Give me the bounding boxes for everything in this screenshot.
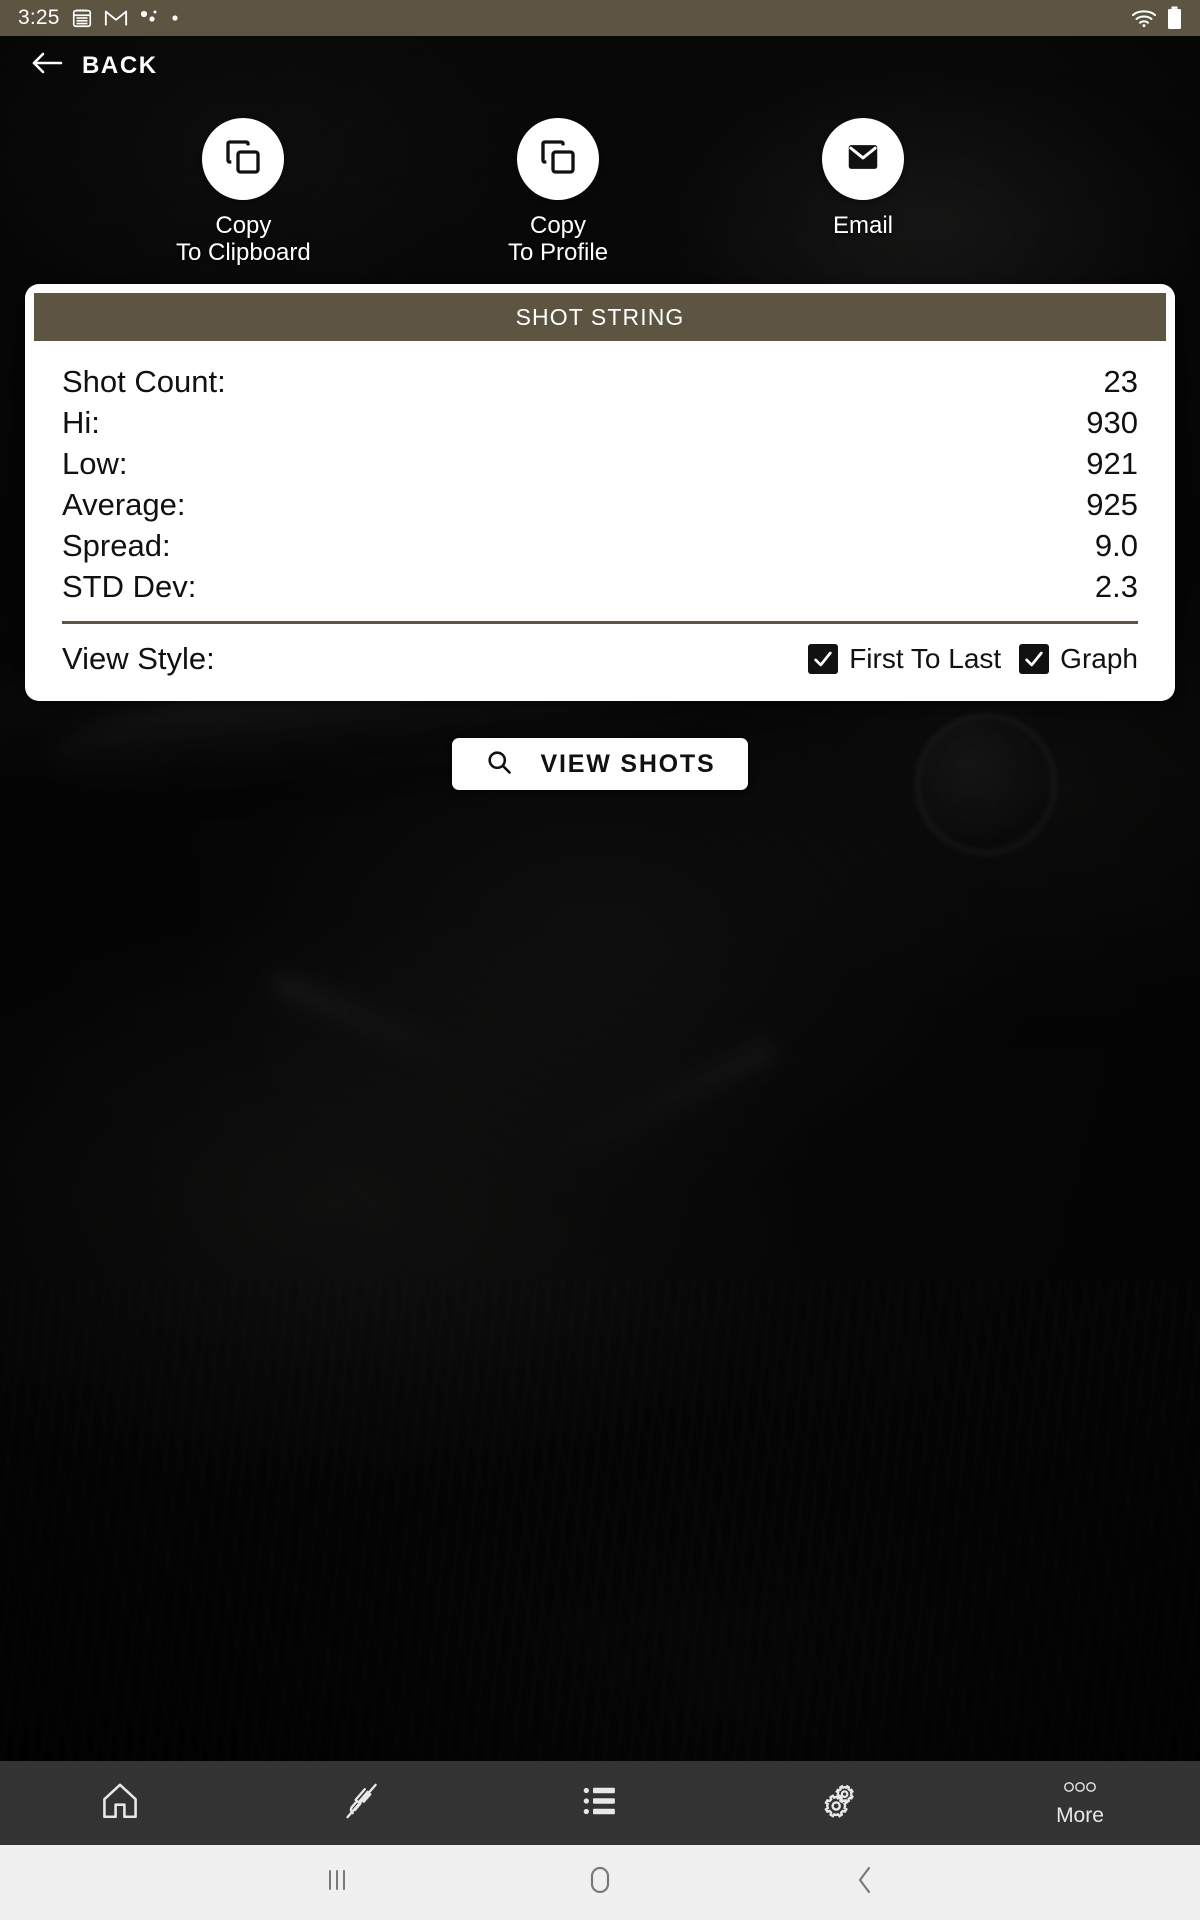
shot-string-title: SHOT STRING — [515, 303, 685, 330]
shot-string-card-header: SHOT STRING — [34, 293, 1166, 341]
nav-item-more[interactable]: More — [960, 1761, 1200, 1845]
stat-row: Spread: 9.0 — [62, 525, 1138, 566]
copy-to-clipboard-circle — [202, 118, 285, 200]
stat-value-hi: 930 — [1086, 405, 1138, 440]
ellipsis-icon — [1058, 1779, 1102, 1800]
view-shots-button[interactable]: VIEW SHOTS — [452, 738, 748, 790]
app-bottom-nav: More — [0, 1761, 1200, 1845]
view-style-label: View Style: — [62, 641, 215, 676]
shot-string-card: SHOT STRING Shot Count: 23 Hi: 930 Low: … — [25, 284, 1175, 701]
copy-to-clipboard-label-line1: Copy — [215, 212, 272, 239]
view-style-options: First To Last Graph — [808, 643, 1138, 675]
arrow-left-icon — [30, 50, 64, 81]
rifle-icon — [338, 1779, 382, 1828]
copy-to-profile-label: Copy To Profile — [508, 212, 608, 266]
back-button[interactable]: BACK — [30, 50, 158, 81]
copy-to-profile-button[interactable]: Copy To Profile — [508, 118, 608, 266]
nav-item-rifle[interactable] — [240, 1761, 480, 1845]
stat-row: Low: 921 — [62, 443, 1138, 484]
status-bar-clock: 3:25 — [18, 6, 60, 29]
stat-row: STD Dev: 2.3 — [62, 566, 1138, 607]
stat-value-shot-count: 23 — [1103, 364, 1138, 399]
battery-icon — [1167, 6, 1182, 30]
nav-item-home[interactable] — [0, 1761, 240, 1845]
stat-value-spread: 9.0 — [1094, 528, 1138, 563]
stat-label-std-dev: STD Dev: — [62, 569, 197, 604]
stat-label-hi: Hi: — [62, 405, 100, 440]
copy-to-clipboard-label-line2: To Clipboard — [176, 239, 311, 266]
copy-icon — [538, 137, 578, 182]
checkbox-first-to-last[interactable]: First To Last — [808, 643, 1001, 675]
shot-string-card-body: Shot Count: 23 Hi: 930 Low: 921 Average:… — [34, 341, 1166, 701]
home-circle-icon — [585, 1863, 615, 1902]
dot-icon — [170, 13, 180, 23]
copy-to-profile-label-line1: Copy — [530, 212, 587, 239]
copy-to-profile-circle — [517, 118, 600, 200]
gmail-icon — [104, 8, 128, 28]
wifi-icon — [1131, 8, 1157, 28]
android-status-bar: 3:25 — [0, 0, 1200, 36]
nav-item-settings[interactable] — [720, 1761, 960, 1845]
home-button[interactable] — [545, 1845, 655, 1920]
app-root: 3:25 BACK Copy To Clipboard Copy To Prof… — [0, 0, 1200, 1920]
calendar-icon — [71, 7, 93, 29]
stat-label-average: Average: — [62, 487, 186, 522]
view-shots-label: VIEW SHOTS — [540, 749, 716, 778]
checkbox-graph-box[interactable] — [1019, 644, 1050, 674]
stat-value-average: 925 — [1086, 487, 1138, 522]
stat-row: Hi: 930 — [62, 402, 1138, 443]
android-system-nav — [0, 1845, 1200, 1920]
recents-icon — [324, 1865, 350, 1900]
search-icon — [485, 748, 513, 781]
nav-item-more-label: More — [1056, 1803, 1104, 1827]
check-icon — [814, 651, 832, 667]
list-icon — [579, 1780, 621, 1827]
home-icon — [98, 1779, 142, 1828]
copy-to-profile-label-line2: To Profile — [508, 239, 609, 266]
copy-to-clipboard-button[interactable]: Copy To Clipboard — [176, 118, 311, 266]
email-circle — [822, 118, 904, 200]
copy-to-clipboard-label: Copy To Clipboard — [176, 212, 311, 266]
stat-value-std-dev: 2.3 — [1094, 569, 1138, 604]
chevron-left-icon — [853, 1863, 877, 1902]
gears-icon — [817, 1778, 863, 1829]
copy-icon — [223, 137, 263, 182]
stat-label-low: Low: — [62, 446, 128, 481]
checkbox-first-to-last-label: First To Last — [849, 643, 1002, 674]
checkbox-graph[interactable]: Graph — [1019, 643, 1138, 675]
recents-button[interactable] — [282, 1845, 392, 1920]
stat-value-low: 921 — [1086, 446, 1138, 481]
stat-label-shot-count: Shot Count: — [62, 364, 226, 399]
email-button[interactable]: Email — [822, 118, 904, 239]
checkbox-graph-label: Graph — [1060, 643, 1138, 674]
back-nav-button[interactable] — [810, 1845, 920, 1920]
stat-label-spread: Spread: — [62, 528, 171, 563]
check-icon — [1025, 651, 1043, 667]
view-style-row: View Style: First To Last Graph — [62, 624, 1138, 701]
stat-row: Average: 925 — [62, 484, 1138, 525]
back-label: BACK — [82, 51, 158, 79]
checkbox-first-to-last-box[interactable] — [808, 644, 839, 674]
email-label-line1: Email — [832, 212, 893, 239]
stat-row: Shot Count: 23 — [62, 361, 1138, 402]
nav-item-list[interactable] — [480, 1761, 720, 1845]
dots-icon — [139, 8, 159, 28]
email-icon — [844, 138, 882, 181]
email-label: Email — [833, 212, 893, 239]
